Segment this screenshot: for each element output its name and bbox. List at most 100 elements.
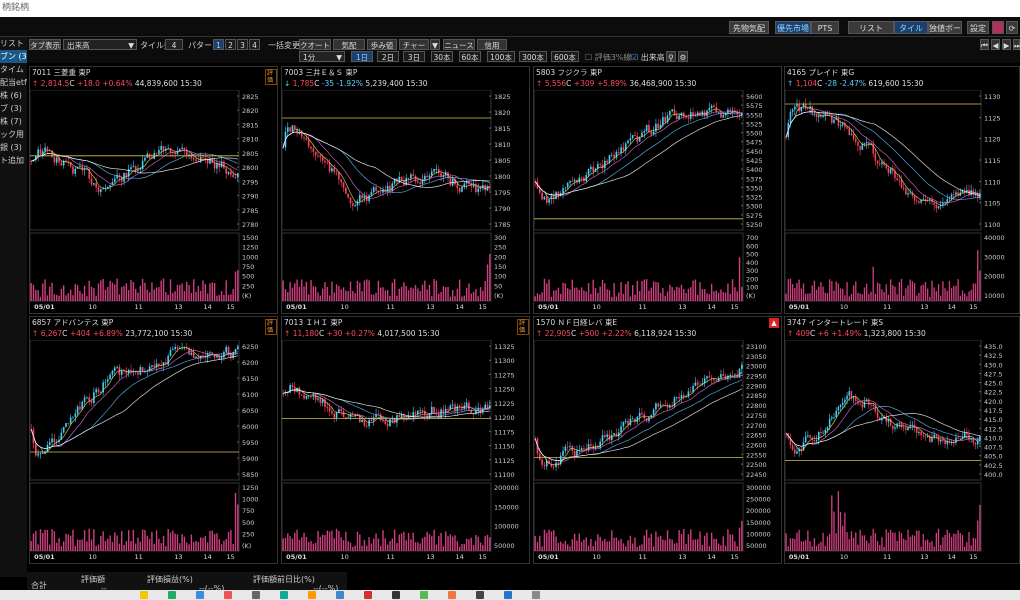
volume: 5,239,400	[365, 79, 404, 88]
eval-badge[interactable]: 評価	[265, 69, 277, 85]
taskbar-app-icon[interactable]	[140, 591, 148, 599]
stock-tile[interactable]: 1570 ＮＦ日経レバ 東E ↑ 22,905C +500 +2.22% 6,11…	[533, 316, 782, 564]
taskbar-app-icon[interactable]	[308, 591, 316, 599]
volume-bar	[736, 291, 738, 301]
tile-count-stepper[interactable]: 4	[165, 39, 183, 50]
tab-display-button[interactable]: タブ表示	[29, 39, 61, 50]
first-page-icon[interactable]: ⏮	[980, 39, 989, 50]
refresh-icon[interactable]: ⟳	[1006, 21, 1018, 34]
taskbar-app-icon[interactable]	[476, 591, 484, 599]
stock-tile[interactable]: 7013 ＩＨＩ 東P ↑ 11,180C +30 +0.27% 4,017,50…	[281, 316, 530, 564]
sidebar-item[interactable]: タイム (6)	[0, 63, 27, 76]
taskbar-app-icon[interactable]	[420, 591, 428, 599]
last-page-icon[interactable]: ⏭	[1013, 39, 1020, 50]
stock-tile[interactable]: 6857 アドバンテス 東P ↑ 6,267C +404 +6.89% 23,77…	[29, 316, 278, 564]
stock-tile[interactable]: 7003 三井Ｅ＆Ｓ 東P ↓ 1,785C -35 -1.92% 5,239,4…	[281, 66, 530, 314]
sort-select[interactable]: 出来高 ▼	[63, 39, 137, 50]
sidebar-item[interactable]: 株 (7)	[0, 115, 27, 128]
stock-tile[interactable]: 3747 インタートレード 東S ↑ 409C +6 +1.49% 1,323,8…	[784, 316, 1020, 564]
futures-quote-button[interactable]: 先物気配	[729, 21, 769, 34]
price-tick-label: 11250	[494, 386, 515, 394]
sidebar-item[interactable]: ブ (3)	[0, 102, 27, 115]
pattern-3-button[interactable]: 3	[237, 39, 248, 50]
candle	[484, 185, 487, 191]
candle	[599, 163, 601, 165]
settings-button[interactable]: 設定	[967, 21, 989, 34]
period-300-button[interactable]: 300本	[519, 51, 547, 62]
volume-bar	[419, 543, 421, 551]
chart-button[interactable]: チャート	[399, 39, 429, 61]
taskbar-app-icon[interactable]	[392, 591, 400, 599]
sidebar-item[interactable]: ック用 (	[0, 128, 27, 141]
taskbar-app-icon[interactable]	[364, 591, 372, 599]
chart-dropdown-icon[interactable]: ▼	[430, 39, 440, 50]
period-2d-button[interactable]: 2日	[377, 51, 399, 62]
tile-view-button[interactable]: タイル	[894, 21, 928, 34]
volume-bar	[477, 536, 479, 551]
sidebar-item[interactable]: ブン (31)	[0, 50, 27, 63]
volume-bar	[169, 532, 172, 551]
volume-bar	[424, 536, 426, 551]
eval-badge[interactable]: 評価	[265, 319, 277, 335]
period-60-button[interactable]: 60本	[459, 51, 481, 62]
taskbar-app-icon[interactable]	[252, 591, 260, 599]
sidebar-item[interactable]: 配当etf	[0, 76, 27, 89]
board-quote-button[interactable]: 気配	[333, 39, 365, 50]
pattern-1-button[interactable]: 1	[213, 39, 224, 50]
checkbox-volume[interactable]: ☑ 出来高	[631, 52, 665, 63]
list-view-button[interactable]: リスト	[848, 21, 894, 34]
candle	[720, 374, 722, 378]
volume-bar	[139, 541, 142, 551]
interval-select[interactable]: 1分 ▼	[299, 51, 345, 62]
stock-tile[interactable]: 7011 三菱重 東P ↑ 2,814.5C +18.0 +0.64% 44,83…	[29, 66, 278, 314]
volume-bar	[957, 530, 959, 551]
ticks-button[interactable]: 歩み値	[367, 39, 397, 50]
taskbar-app-icon[interactable]	[336, 591, 344, 599]
gear-icon[interactable]: ⚙	[678, 51, 688, 62]
candle	[957, 437, 959, 439]
taskbar-app-icon[interactable]	[224, 591, 232, 599]
period-3d-button[interactable]: 3日	[403, 51, 425, 62]
pts-button[interactable]: PTS	[811, 21, 839, 34]
volume-bar	[428, 534, 431, 551]
margin-button[interactable]: 信用	[477, 39, 507, 50]
alert-icon[interactable]: ▲	[769, 318, 779, 328]
taskbar-app-icon[interactable]	[504, 591, 512, 599]
taskbar-app-icon[interactable]	[196, 591, 204, 599]
sidebar-item[interactable]: 株 (6)	[0, 89, 27, 102]
priority-market-button[interactable]: 優先市場	[775, 21, 811, 34]
pattern-4-button[interactable]: 4	[249, 39, 260, 50]
news-button[interactable]: ニュース	[443, 39, 475, 50]
volume-bar	[820, 282, 822, 301]
time-tick-label: 05/01	[789, 553, 810, 561]
volume-bar	[831, 495, 833, 551]
volume-bar	[102, 531, 104, 551]
taskbar-app-icon[interactable]	[532, 591, 540, 599]
prev-page-icon[interactable]: ◀	[991, 39, 1000, 50]
sidebar-item[interactable]: 銀 (3)	[0, 141, 27, 154]
sidebar-item[interactable]: ト追加	[0, 154, 27, 167]
taskbar-app-icon[interactable]	[168, 591, 176, 599]
volume-bar	[692, 280, 694, 301]
period-1d-button[interactable]: 1日	[351, 51, 373, 62]
quote-button[interactable]: クオート	[299, 39, 331, 50]
board-button[interactable]: 独値ボード	[928, 21, 962, 46]
checkbox-3pct[interactable]: ☐ 評価3%線	[585, 52, 631, 63]
candle	[312, 148, 315, 152]
period-600-button[interactable]: 600本	[551, 51, 579, 62]
eval-badge[interactable]: 評価	[517, 319, 529, 335]
period-100-button[interactable]: 100本	[487, 51, 515, 62]
price-tick-label: 2825	[242, 93, 259, 101]
taskbar-app-icon[interactable]	[448, 591, 456, 599]
sidebar-item[interactable]: リスト	[0, 37, 27, 50]
next-page-icon[interactable]: ▶	[1002, 39, 1011, 50]
taskbar-app-icon[interactable]	[280, 591, 288, 599]
stock-tile[interactable]: 4165 プレイド 東G ↑ 1,104C -28 -2.47% 619,600 …	[784, 66, 1020, 314]
stock-tile[interactable]: 5803 フジクラ 東P ↑ 5,556C +309 +5.89% 36,468,…	[533, 66, 782, 314]
period-30-button[interactable]: 30本	[431, 51, 453, 62]
zoom-icon[interactable]: ⚲	[666, 51, 676, 62]
pattern-2-button[interactable]: 2	[225, 39, 236, 50]
volume-bar	[216, 533, 218, 551]
link-icon[interactable]	[992, 21, 1004, 34]
volume-bar	[548, 279, 550, 301]
